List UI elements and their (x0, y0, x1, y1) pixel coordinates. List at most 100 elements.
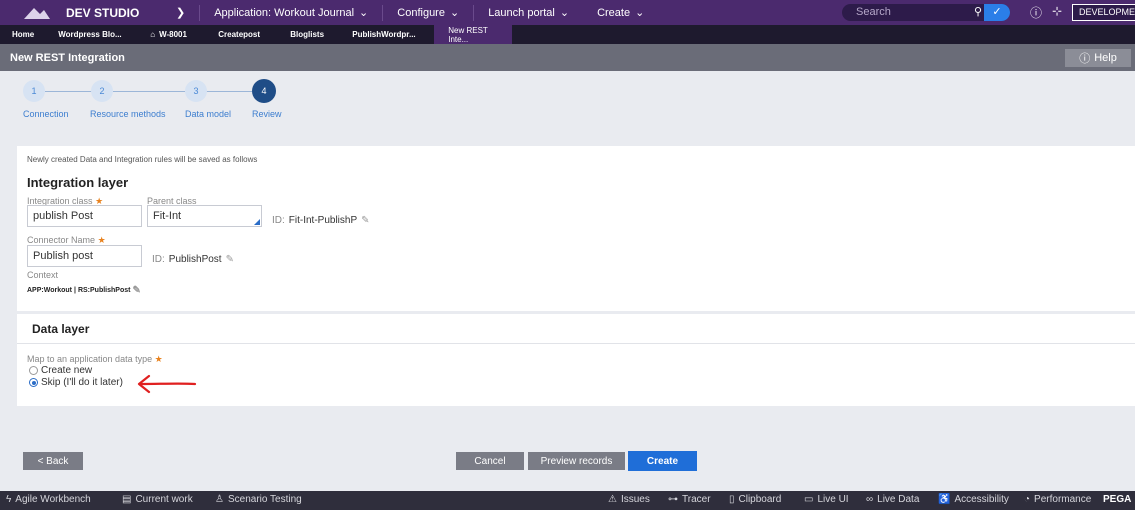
button-label: Preview records (540, 455, 613, 467)
pencil-icon[interactable]: ✎ (132, 285, 140, 296)
network-icon[interactable]: ⊹ (1052, 4, 1062, 18)
create-new-option[interactable]: Create new (29, 365, 92, 376)
studio-menu-chevron[interactable]: ❯ (162, 6, 199, 19)
radio-selected-icon[interactable] (29, 378, 38, 387)
monitor-icon: ▭ (804, 494, 814, 505)
live-ui-button[interactable]: ▭ Live UI (804, 494, 849, 505)
cancel-button[interactable]: Cancel (456, 452, 524, 470)
page-title: New REST Integration (10, 51, 125, 64)
connector-name-input[interactable]: Publish post (27, 245, 142, 267)
option-label: Create new (41, 365, 93, 376)
create-menu[interactable]: Create ⌄ (583, 6, 658, 20)
tab-label: PublishWordpr... (352, 30, 416, 39)
studio-switcher[interactable]: DEV STUDIO (66, 6, 162, 20)
top-bar: DEV STUDIO ❯ Application: Workout Journa… (0, 0, 1135, 25)
pega-logo-icon[interactable] (18, 0, 56, 25)
clipboard-icon: ▯ (729, 494, 735, 505)
environment-label: DEVELOPMENT (1079, 7, 1135, 17)
context-app: APP:Workout (27, 287, 72, 294)
chevron-down-icon: ⌄ (559, 7, 570, 19)
step-1-indicator[interactable]: 1 (23, 80, 45, 102)
person-icon: ♙ (215, 494, 224, 505)
application-menu[interactable]: Application: Workout Journal ⌄ (200, 6, 382, 20)
radio-unselected-icon[interactable] (29, 366, 38, 375)
clipboard-button[interactable]: ▯ Clipboard (729, 494, 781, 505)
create-button[interactable]: Create (628, 451, 697, 471)
agile-workbench-button[interactable]: ϟ Agile Workbench (6, 494, 91, 505)
input-value: Fit-Int (153, 210, 182, 222)
tab-bloglists[interactable]: Bloglists (278, 25, 340, 44)
performance-button[interactable]: ◔ Performance (1024, 494, 1091, 505)
help-circle-icon[interactable]: ⓘ (1030, 4, 1042, 21)
top-nav: ❯ Application: Workout Journal ⌄ Configur… (162, 0, 658, 25)
context-rs: RS:PublishPost (77, 287, 131, 294)
search-icon[interactable]: ⚲ (974, 4, 982, 21)
tab-wordpress-blog[interactable]: Wordpress Blo... (46, 25, 138, 44)
step-label-resource-methods[interactable]: Resource methods (90, 109, 166, 119)
back-button[interactable]: < Back (23, 452, 83, 470)
current-work-button[interactable]: ▤ Current work (122, 494, 193, 505)
tab-label: Home (12, 30, 35, 39)
tab-publishwordpress[interactable]: PublishWordpr... (340, 25, 434, 44)
label-text: Map to an application data type (27, 354, 153, 364)
chevron-down-icon: ❯ (176, 7, 186, 19)
status-label: Issues (620, 494, 650, 505)
search-input[interactable]: Search ⚲ ✓ (842, 4, 1010, 21)
check-icon[interactable]: ✓ (984, 4, 1010, 21)
button-label: Create (646, 455, 679, 467)
configure-label: Configure (397, 6, 445, 19)
step-connector (113, 91, 185, 92)
status-label: Current work (135, 494, 193, 505)
autocomplete-corner-icon (254, 219, 260, 225)
help-button[interactable]: ⓘ Help (1065, 49, 1131, 67)
brand-label: PEGA (1103, 494, 1132, 505)
label-text: Connector Name (27, 235, 96, 245)
gauge-icon: ◔ (1024, 494, 1031, 505)
configure-menu[interactable]: Configure ⌄ (383, 6, 473, 20)
step-label-connection[interactable]: Connection (23, 109, 69, 119)
status-label: Live Data (877, 494, 920, 505)
step-label-review: Review (252, 109, 282, 119)
scenario-testing-button[interactable]: ♙ Scenario Testing (215, 494, 302, 505)
tab-createpost[interactable]: Createpost (206, 25, 278, 44)
help-icon: ⓘ (1079, 53, 1091, 65)
parent-class-input[interactable]: Fit-Int (147, 205, 262, 227)
chevron-down-icon: ⌄ (359, 7, 369, 19)
id-value: PublishPost (168, 254, 222, 265)
accessibility-button[interactable]: ♿ Accessibility (938, 494, 1009, 505)
pencil-icon[interactable]: ✎ (361, 215, 369, 226)
required-star-icon: ★ (154, 354, 163, 364)
id-prefix: ID: (152, 254, 165, 265)
search-placeholder: Search (856, 6, 891, 18)
status-label: Scenario Testing (227, 494, 302, 505)
tab-home[interactable]: Home (0, 25, 46, 44)
tracer-button[interactable]: ⊶ Tracer (668, 494, 711, 505)
launch-portal-menu[interactable]: Launch portal ⌄ (474, 6, 583, 20)
connector-id: ID: PublishPost ✎ (152, 254, 234, 265)
red-arrow-icon (137, 374, 197, 394)
save-note: Newly created Data and Integration rules… (27, 155, 258, 164)
step-3-indicator[interactable]: 3 (185, 80, 207, 102)
issues-button[interactable]: ⚠ Issues (608, 494, 650, 505)
step-2-indicator[interactable]: 2 (91, 80, 113, 102)
live-data-button[interactable]: ∞ Live Data (866, 494, 919, 505)
help-label: Help (1094, 52, 1117, 64)
environment-badge[interactable]: DEVELOPMENT (1072, 4, 1135, 21)
step-connector (45, 91, 93, 92)
preview-records-button[interactable]: Preview records (528, 452, 625, 470)
status-label: Accessibility (954, 494, 1009, 505)
step-number: 1 (31, 86, 37, 96)
tab-label: Bloglists (290, 30, 325, 39)
tab-new-rest-integration[interactable]: New REST Inte... (434, 25, 513, 44)
step-label-data-model[interactable]: Data model (185, 109, 231, 119)
integration-class-input[interactable]: publish Post (27, 205, 142, 227)
tab-w-8001[interactable]: ⌂ W-8001 (138, 25, 206, 44)
pencil-icon[interactable]: ✎ (226, 254, 234, 265)
studio-label: DEV STUDIO (66, 5, 140, 20)
step-4-indicator: 4 (252, 79, 276, 103)
skip-option[interactable]: Skip (I'll do it later) (29, 377, 123, 388)
input-value: publish Post (33, 210, 93, 222)
tab-label: W-8001 (159, 30, 187, 39)
context-value: APP:Workout | RS:PublishPost ✎ (27, 285, 141, 296)
step-number: 4 (261, 86, 267, 96)
